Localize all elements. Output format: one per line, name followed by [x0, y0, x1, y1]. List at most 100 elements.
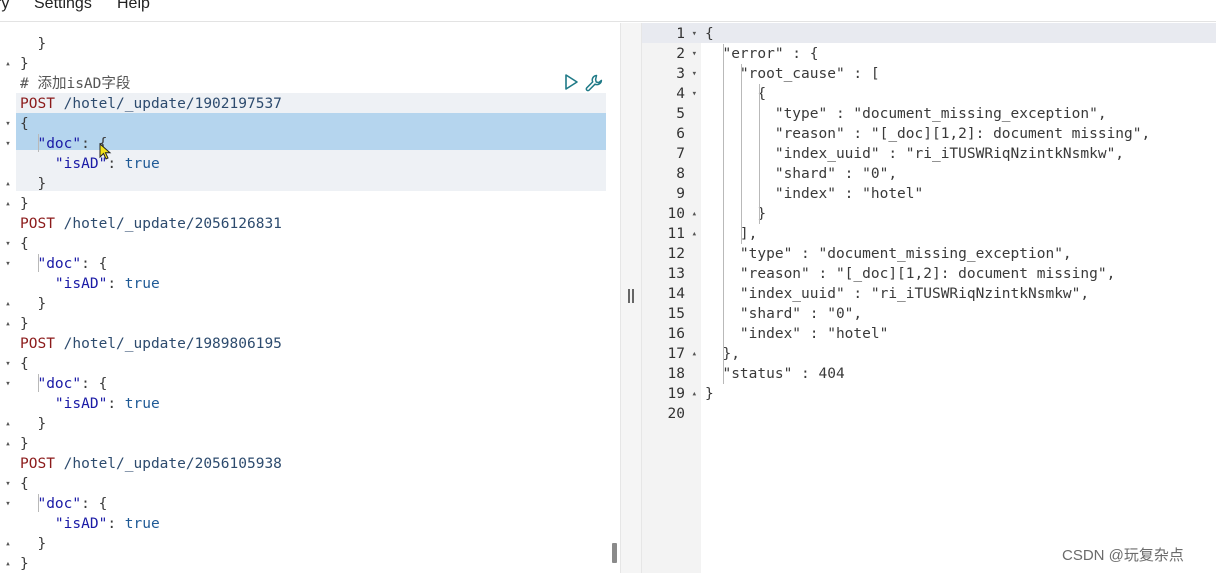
- menu-history[interactable]: ry: [0, 0, 9, 13]
- editor-line[interactable]: POST /hotel/_update/2056105938: [0, 454, 620, 474]
- output-line: "type" : "document_missing_exception",: [705, 246, 1072, 262]
- fold-open-icon: ▾: [5, 259, 11, 269]
- fold-open-icon: ▾: [691, 89, 697, 99]
- line-code: }: [20, 414, 46, 434]
- json-key: "isAD": [54, 276, 108, 292]
- editor-line[interactable]: "isAD": true: [0, 274, 620, 294]
- json-punct: :: [107, 276, 125, 292]
- editor-line[interactable]: ▴}: [0, 434, 620, 454]
- fold-close-icon: ▴: [5, 439, 11, 449]
- fold-close-icon: ▴: [691, 229, 697, 239]
- line-number: 11: [667, 226, 685, 242]
- editor-line[interactable]: POST /hotel/_update/1902197537: [0, 94, 620, 114]
- editor-line[interactable]: ▴ }: [0, 294, 620, 314]
- output-line-number: 19 ▴: [642, 384, 701, 404]
- line-code: "isAD": true: [20, 514, 160, 534]
- editor-line[interactable]: ▴}: [0, 54, 620, 74]
- output-line: "index" : "hotel": [705, 186, 924, 202]
- line-code: }: [20, 174, 46, 194]
- json-punct: {: [20, 356, 29, 372]
- output-line-number: 8: [642, 164, 701, 184]
- output-line-number: 2 ▾: [642, 44, 701, 64]
- indent-guide: [759, 84, 760, 224]
- menu-help[interactable]: Help: [117, 0, 150, 13]
- output-line-number: 16: [642, 324, 701, 344]
- editor-line[interactable]: ▾{: [0, 354, 620, 374]
- output-line-number: 5: [642, 104, 701, 124]
- line-code: {: [20, 234, 29, 254]
- json-key: "doc": [37, 136, 82, 152]
- line-code: "doc": {: [20, 134, 107, 154]
- line-number: 16: [667, 326, 685, 342]
- output-line-number: 12: [642, 244, 701, 264]
- editor-line[interactable]: ▴}: [0, 554, 620, 573]
- editor-scrollbar-thumb[interactable]: [612, 543, 617, 563]
- editor-line[interactable]: ▾ "doc": {: [0, 494, 620, 514]
- line-number: 1: [676, 26, 685, 42]
- line-code: }: [20, 194, 29, 214]
- output-line-number: 13: [642, 264, 701, 284]
- line-number: 4: [676, 86, 685, 102]
- json-punct: :: [107, 396, 125, 412]
- json-key: "isAD": [54, 516, 108, 532]
- fold-close-icon: ▴: [691, 209, 697, 219]
- editor-line[interactable]: ▴}: [0, 194, 620, 214]
- editor-line[interactable]: ▾ "doc": {: [0, 134, 620, 154]
- output-line-number: 4 ▾: [642, 84, 701, 104]
- request-url: /hotel/_update/2056126831: [63, 216, 282, 232]
- editor-line[interactable]: ▾ "doc": {: [0, 374, 620, 394]
- editor-line[interactable]: ▾{: [0, 234, 620, 254]
- fold-open-icon: ▾: [5, 119, 11, 129]
- output-line-number: 6: [642, 124, 701, 144]
- output-line: "type" : "document_missing_exception",: [705, 106, 1107, 122]
- editor-line[interactable]: ▴}: [0, 314, 620, 334]
- play-icon[interactable]: [562, 73, 580, 91]
- line-code: {: [20, 354, 29, 374]
- json-punct: : {: [81, 256, 108, 272]
- editor-line[interactable]: "isAD": true: [0, 514, 620, 534]
- json-key: "doc": [37, 256, 82, 272]
- output-line: {: [705, 86, 767, 102]
- editor-line[interactable]: ▾ "doc": {: [0, 254, 620, 274]
- output-line-number: 9: [642, 184, 701, 204]
- editor-line[interactable]: ▴ }: [0, 174, 620, 194]
- fold-close-icon: ▴: [5, 419, 11, 429]
- wrench-icon[interactable]: [584, 73, 604, 93]
- json-punct: {: [20, 476, 29, 492]
- fold-close-icon: ▴: [691, 349, 697, 359]
- line-code: "isAD": true: [20, 274, 160, 294]
- output-line: "status" : 404: [705, 366, 845, 382]
- editor-line[interactable]: ▴ }: [0, 534, 620, 554]
- line-code: {: [20, 114, 29, 134]
- line-code: "doc": {: [20, 374, 107, 394]
- editor-line[interactable]: ▴ }: [0, 414, 620, 434]
- menu-settings[interactable]: Settings: [34, 0, 92, 13]
- indent-guide: [38, 494, 39, 512]
- json-punct: }: [20, 536, 47, 552]
- indent-guide: [741, 64, 742, 244]
- resize-handle-icon[interactable]: [627, 289, 635, 305]
- line-code: POST /hotel/_update/1902197537: [20, 94, 282, 114]
- editor-line[interactable]: ▾{: [0, 114, 620, 134]
- line-number: 6: [676, 126, 685, 142]
- fold-open-icon: ▾: [691, 69, 697, 79]
- editor-line[interactable]: # 添加isAD字段: [0, 74, 620, 94]
- editor-line[interactable]: "isAD": true: [0, 394, 620, 414]
- line-code: }: [20, 554, 29, 573]
- editor-line[interactable]: POST /hotel/_update/2056126831: [0, 214, 620, 234]
- line-code: "isAD": true: [20, 394, 160, 414]
- editor-line[interactable]: "isAD": true: [0, 154, 620, 174]
- line-code: }: [20, 434, 29, 454]
- editor-line[interactable]: POST /hotel/_update/1989806195: [0, 334, 620, 354]
- line-code: }: [20, 534, 46, 554]
- editor-line[interactable]: }: [0, 34, 620, 54]
- line-number: 7: [676, 146, 685, 162]
- line-code: "doc": {: [20, 494, 107, 514]
- json-bool-value: true: [124, 396, 160, 412]
- json-punct: }: [20, 556, 29, 572]
- editor-line[interactable]: ▾{: [0, 474, 620, 494]
- output-line-number: 17 ▴: [642, 344, 701, 364]
